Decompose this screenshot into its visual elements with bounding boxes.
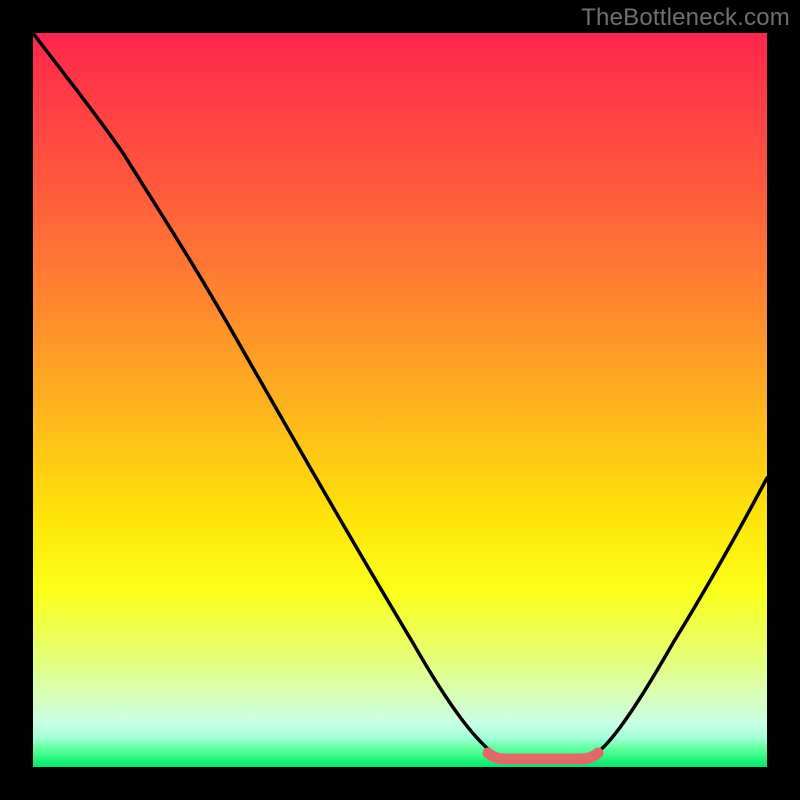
chart-frame: TheBottleneck.com bbox=[0, 0, 800, 800]
optimal-flat-segment bbox=[488, 753, 598, 759]
bottleneck-curve bbox=[33, 33, 767, 757]
attribution-label: TheBottleneck.com bbox=[581, 4, 790, 32]
curve-layer bbox=[33, 33, 767, 767]
plot-area bbox=[33, 33, 767, 767]
